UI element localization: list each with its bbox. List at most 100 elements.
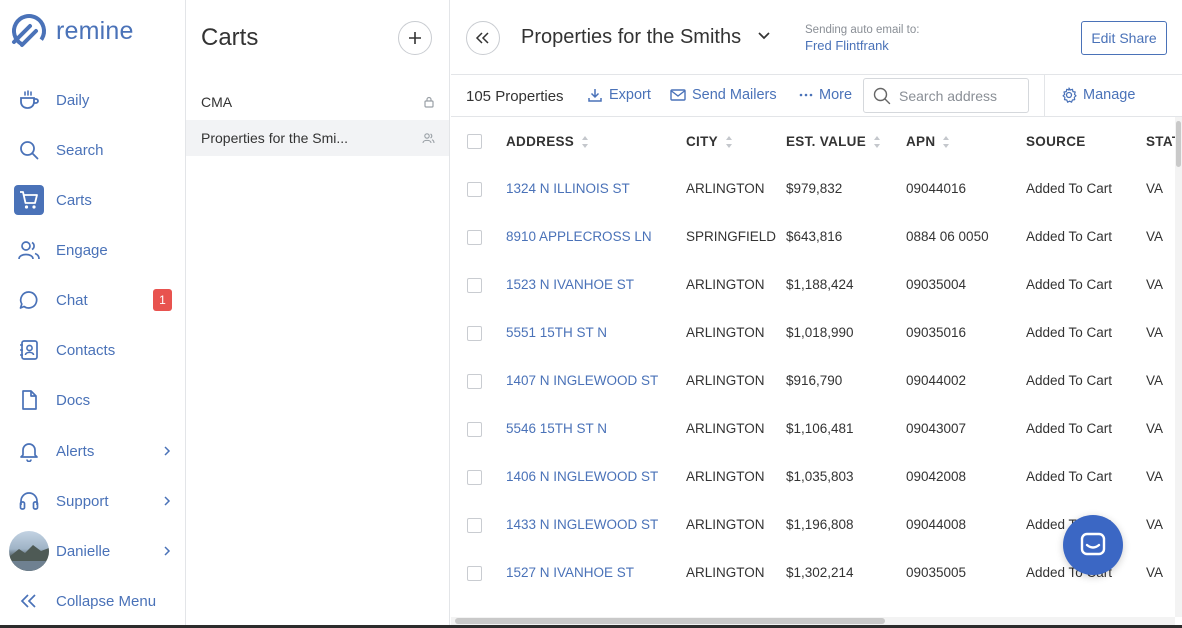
chevron-down-icon[interactable] [757,31,771,41]
nav-item-chat[interactable]: Chat 1 [0,280,186,320]
column-header-source[interactable]: SOURCE [1026,134,1086,149]
chat-widget-button[interactable] [1063,515,1123,575]
address-link[interactable]: 5551 15TH ST N [506,325,607,340]
row-checkbox[interactable] [467,230,482,245]
column-header-address[interactable]: ADDRESS [506,134,589,149]
state-cell: VA [1146,469,1164,484]
apn-cell: 09042008 [906,469,967,484]
download-icon [587,87,603,103]
cart-item-smiths[interactable]: Properties for the Smi... [186,120,449,156]
nav-item-engage[interactable]: Engage [0,230,186,270]
sort-icon [942,135,950,149]
nav-label-chat: Chat [56,291,88,309]
lock-icon [423,96,435,108]
manage-button[interactable]: Manage [1061,87,1135,103]
column-header-est-value[interactable]: EST. VALUE [786,134,881,149]
double-chevron-left-icon [14,586,44,616]
auto-email-recipient[interactable]: Fred Flintfrank [805,38,889,53]
column-header-apn[interactable]: APN [906,134,950,149]
nav-item-profile[interactable]: Danielle [0,531,186,571]
nav-item-search[interactable]: Search [0,130,186,170]
value-cell: $643,816 [786,229,843,244]
state-cell: VA [1146,325,1164,340]
sort-icon [725,135,733,149]
state-cell: VA [1146,565,1164,580]
state-cell: VA [1146,421,1164,436]
table-row[interactable]: 5551 15TH ST N ARLINGTON $1,018,990 0903… [451,309,1175,357]
cart-item-cma[interactable]: CMA [186,84,449,120]
nav-label-support: Support [56,492,109,510]
table-row[interactable]: 1523 N IVANHOE ST ARLINGTON $1,188,424 0… [451,261,1175,309]
chat-unread-badge: 1 [153,289,172,311]
nav-item-support[interactable]: Support [0,481,186,521]
horizontal-scrollbar[interactable] [451,617,1175,625]
collapse-menu-button[interactable]: Collapse Menu [0,581,186,621]
apn-cell: 0884 06 0050 [906,229,989,244]
nav-item-daily[interactable]: Daily [0,80,186,120]
nav-label-collapse: Collapse Menu [56,592,157,610]
address-link[interactable]: 1523 N IVANHOE ST [506,277,634,292]
value-cell: $1,106,481 [786,421,854,436]
remine-logo[interactable]: remine [10,12,134,50]
address-link[interactable]: 1407 N INGLEWOOD ST [506,373,658,388]
address-link[interactable]: 1324 N ILLINOIS ST [506,181,630,196]
table-row[interactable]: 5546 15TH ST N ARLINGTON $1,106,481 0904… [451,405,1175,453]
row-checkbox[interactable] [467,326,482,341]
edit-share-button[interactable]: Edit Share [1081,21,1167,55]
row-checkbox[interactable] [467,422,482,437]
contact-book-icon [14,335,44,365]
state-cell: VA [1146,229,1164,244]
collapse-panel-button[interactable] [466,21,500,55]
nav-label-engage: Engage [56,241,108,259]
people-icon [14,235,44,265]
more-label: More [819,87,853,103]
row-checkbox[interactable] [467,182,482,197]
row-checkbox[interactable] [467,470,482,485]
row-checkbox[interactable] [467,278,482,293]
row-checkbox[interactable] [467,566,482,581]
table-row[interactable]: 1407 N INGLEWOOD ST ARLINGTON $916,790 0… [451,357,1175,405]
add-cart-button[interactable] [398,21,432,55]
send-mailers-label: Send Mailers [692,87,777,103]
carts-title: Carts [201,24,259,51]
nav-item-carts[interactable]: Carts [0,180,186,220]
source-cell: Added To Cart [1026,181,1113,196]
column-header-city[interactable]: CITY [686,134,733,149]
cart-icon [14,185,44,215]
column-header-status[interactable]: STAT [1146,134,1175,149]
address-link[interactable]: 1433 N INGLEWOOD ST [506,517,658,532]
document-icon [14,385,44,415]
sort-icon [581,135,589,149]
nav-item-contacts[interactable]: Contacts [0,330,186,370]
select-all-checkbox[interactable] [467,134,482,149]
nav-item-docs[interactable]: Docs [0,380,186,420]
row-checkbox[interactable] [467,518,482,533]
address-link[interactable]: 8910 APPLECROSS LN [506,229,652,244]
value-cell: $1,196,808 [786,517,854,532]
source-cell: Added To Cart [1026,325,1113,340]
search-icon [873,87,891,105]
table-row[interactable]: 8910 APPLECROSS LN SPRINGFIELD $643,816 … [451,213,1175,261]
horizontal-scroll-thumb[interactable] [455,618,885,624]
address-link[interactable]: 1406 N INGLEWOOD ST [506,469,658,484]
address-link[interactable]: 1527 N IVANHOE ST [506,565,634,580]
coffee-cup-icon [14,85,44,115]
cart-title[interactable]: Properties for the Smiths [521,26,741,49]
nav-item-alerts[interactable]: Alerts [0,431,186,471]
table-row[interactable]: 1324 N ILLINOIS ST ARLINGTON $979,832 09… [451,165,1175,213]
nav-label-docs: Docs [56,391,91,409]
export-button[interactable]: Export [587,87,651,103]
vertical-scroll-thumb[interactable] [1176,121,1181,167]
more-button[interactable]: More [799,87,852,103]
row-checkbox[interactable] [467,374,482,389]
address-link[interactable]: 5546 15TH ST N [506,421,607,436]
search-address-field[interactable] [863,78,1029,113]
search-icon [14,135,44,165]
table-row[interactable]: 1406 N INGLEWOOD ST ARLINGTON $1,035,803… [451,453,1175,501]
vertical-scrollbar[interactable] [1175,117,1182,617]
source-cell: Added To Cart [1026,277,1113,292]
search-address-input[interactable] [899,87,1019,104]
send-mailers-button[interactable]: Send Mailers [670,87,777,103]
city-cell: ARLINGTON [686,517,765,532]
value-cell: $1,035,803 [786,469,854,484]
